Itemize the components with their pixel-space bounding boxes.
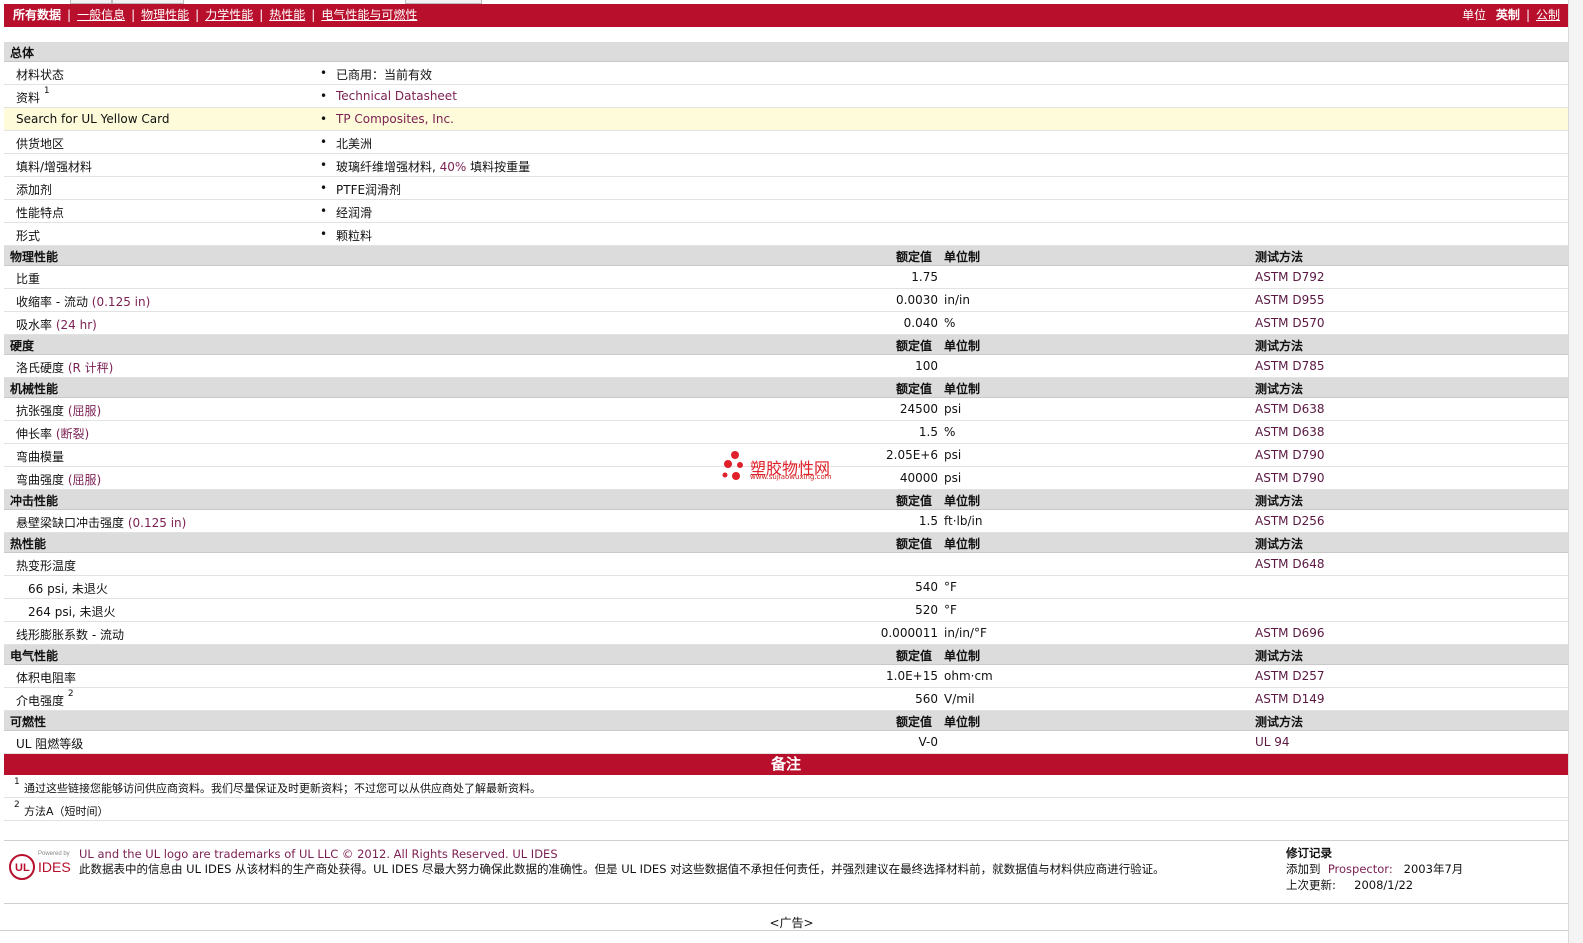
nav-all-data: 所有数据 xyxy=(13,8,62,22)
property-row: 收缩率 - 流动 (0.125 in) 0.0030 in/in ASTM D955 xyxy=(4,289,1568,312)
unit-metric-link[interactable]: 公制 xyxy=(1536,8,1560,22)
disclaimer-text: 此数据表中的信息由 UL IDES 从该材料的生产商处获得。UL IDES 尽最… xyxy=(79,862,1165,876)
section-flammability: 可燃性 额定值 单位制 测试方法 xyxy=(4,711,1568,731)
property-row: 伸长率 (断裂) 1.5% ASTM D638 xyxy=(4,421,1568,444)
footer: UL Powered by IDES UL and the UL logo ar… xyxy=(4,840,1568,904)
nav-tab-electrical[interactable]: 电气性能与可燃性 xyxy=(321,8,417,22)
note-item: 2 方法A（短时间） xyxy=(4,798,1568,821)
property-row: 比重 1.75 ASTM D792 xyxy=(4,266,1568,289)
property-row: 热变形温度 ASTM D648 xyxy=(4,553,1568,576)
nav-tab-mechanical[interactable]: 力学性能 xyxy=(205,8,253,22)
section-electrical: 电气性能 额定值 单位制 测试方法 xyxy=(4,645,1568,665)
nav-tab-physical[interactable]: 物理性能 xyxy=(141,8,189,22)
yellow-card-row: Search for UL Yellow Card • TP Composites,… xyxy=(4,108,1568,131)
frame-border xyxy=(0,930,1568,931)
note-item: 1 通过这些链接您能够访问供应商资料。我们尽量保证及时更新资料；不过您可以从供应商… xyxy=(4,775,1568,798)
section-physical: 物理性能 额定值 单位制 测试方法 xyxy=(4,246,1568,266)
unit-imperial: 英制 xyxy=(1495,8,1520,22)
general-row: 供货地区 • 北美洲 xyxy=(4,131,1568,154)
property-row: 264 psi, 未退火 520 °F xyxy=(4,599,1568,622)
revision-history: 修订记录 添加到 Prospector: 2003年7月 上次更新: 2008/… xyxy=(1286,846,1464,892)
nav-tab-thermal[interactable]: 热性能 xyxy=(269,8,305,22)
property-row: UL 阻燃等级 V-0 UL 94 xyxy=(4,731,1568,754)
units-label: 单位 xyxy=(1462,8,1487,22)
general-row: 性能特点 • 经润滑 xyxy=(4,200,1568,223)
svg-text:UL: UL xyxy=(15,862,30,874)
section-general: 总体 xyxy=(4,42,1568,62)
general-row: 添加剂 • PTFE润滑剂 xyxy=(4,177,1568,200)
section-impact: 冲击性能 额定值 单位制 测试方法 xyxy=(4,490,1568,510)
watermark-url: www.sujiaowuxing.com xyxy=(750,473,832,481)
property-row: 吸水率 (24 hr) 0.040% ASTM D570 xyxy=(4,312,1568,335)
section-hardness: 硬度 额定值 单位制 测试方法 xyxy=(4,335,1568,355)
property-row: 体积电阻率 1.0E+15 ohm·cm ASTM D257 xyxy=(4,665,1568,688)
property-row: 抗张强度 (屈服) 24500 psi ASTM D638 xyxy=(4,398,1568,421)
property-row: 悬壁梁缺口冲击强度 (0.125 in) 1.5 ft·lb/in ASTM D256 xyxy=(4,510,1568,533)
property-row: 线形膨胀系数 - 流动 0.000011 in/in/°F ASTM D696 xyxy=(4,622,1568,645)
svg-text:IDES: IDES xyxy=(38,859,71,875)
property-row: 66 psi, 未退火 540 °F xyxy=(4,576,1568,599)
ul-ides-logo-icon: UL Powered by IDES xyxy=(9,851,71,880)
scrollbar[interactable] xyxy=(1568,0,1583,943)
section-nav-bar: 所有数据 | 一般信息 | 物理性能 | 力学性能 | 热性能 | 电气性能与可燃性 单位 英制 | 公… xyxy=(4,4,1568,27)
general-row: 填料/增强材料 • 玻璃纤维增强材料, 40% 填料按重量 xyxy=(4,154,1568,177)
watermark-dots-icon xyxy=(722,451,743,480)
technical-datasheet-link[interactable]: Technical Datasheet xyxy=(336,89,457,103)
general-row: 材料状态 • 已商用：当前有效 xyxy=(4,62,1568,85)
supplier-link[interactable]: TP Composites, Inc. xyxy=(336,112,454,126)
ad-label: <广告> xyxy=(769,916,814,930)
section-mechanical: 机械性能 额定值 单位制 测试方法 xyxy=(4,378,1568,398)
general-row: 形式 • 颗粒料 xyxy=(4,223,1568,246)
trademark-text: UL and the UL logo are trademarks of UL … xyxy=(79,847,558,861)
site-watermark: 塑胶物性网 www.sujiaowuxing.com xyxy=(720,449,860,483)
nav-tab-general[interactable]: 一般信息 xyxy=(77,8,125,22)
section-thermal: 热性能 额定值 单位制 测试方法 xyxy=(4,533,1568,553)
notes-header: 备注 xyxy=(4,754,1568,775)
property-row: 介电强度 2 560 V/mil ASTM D149 xyxy=(4,688,1568,711)
datasheet: 总体 材料状态 • 已商用：当前有效 资料 1 • Technical Datashee… xyxy=(4,42,1568,821)
property-row: 洛氏硬度 (R 计秤) 100 ASTM D785 xyxy=(4,355,1568,378)
svg-text:Powered by: Powered by xyxy=(38,851,70,857)
general-row: 资料 1 • Technical Datasheet xyxy=(4,85,1568,108)
